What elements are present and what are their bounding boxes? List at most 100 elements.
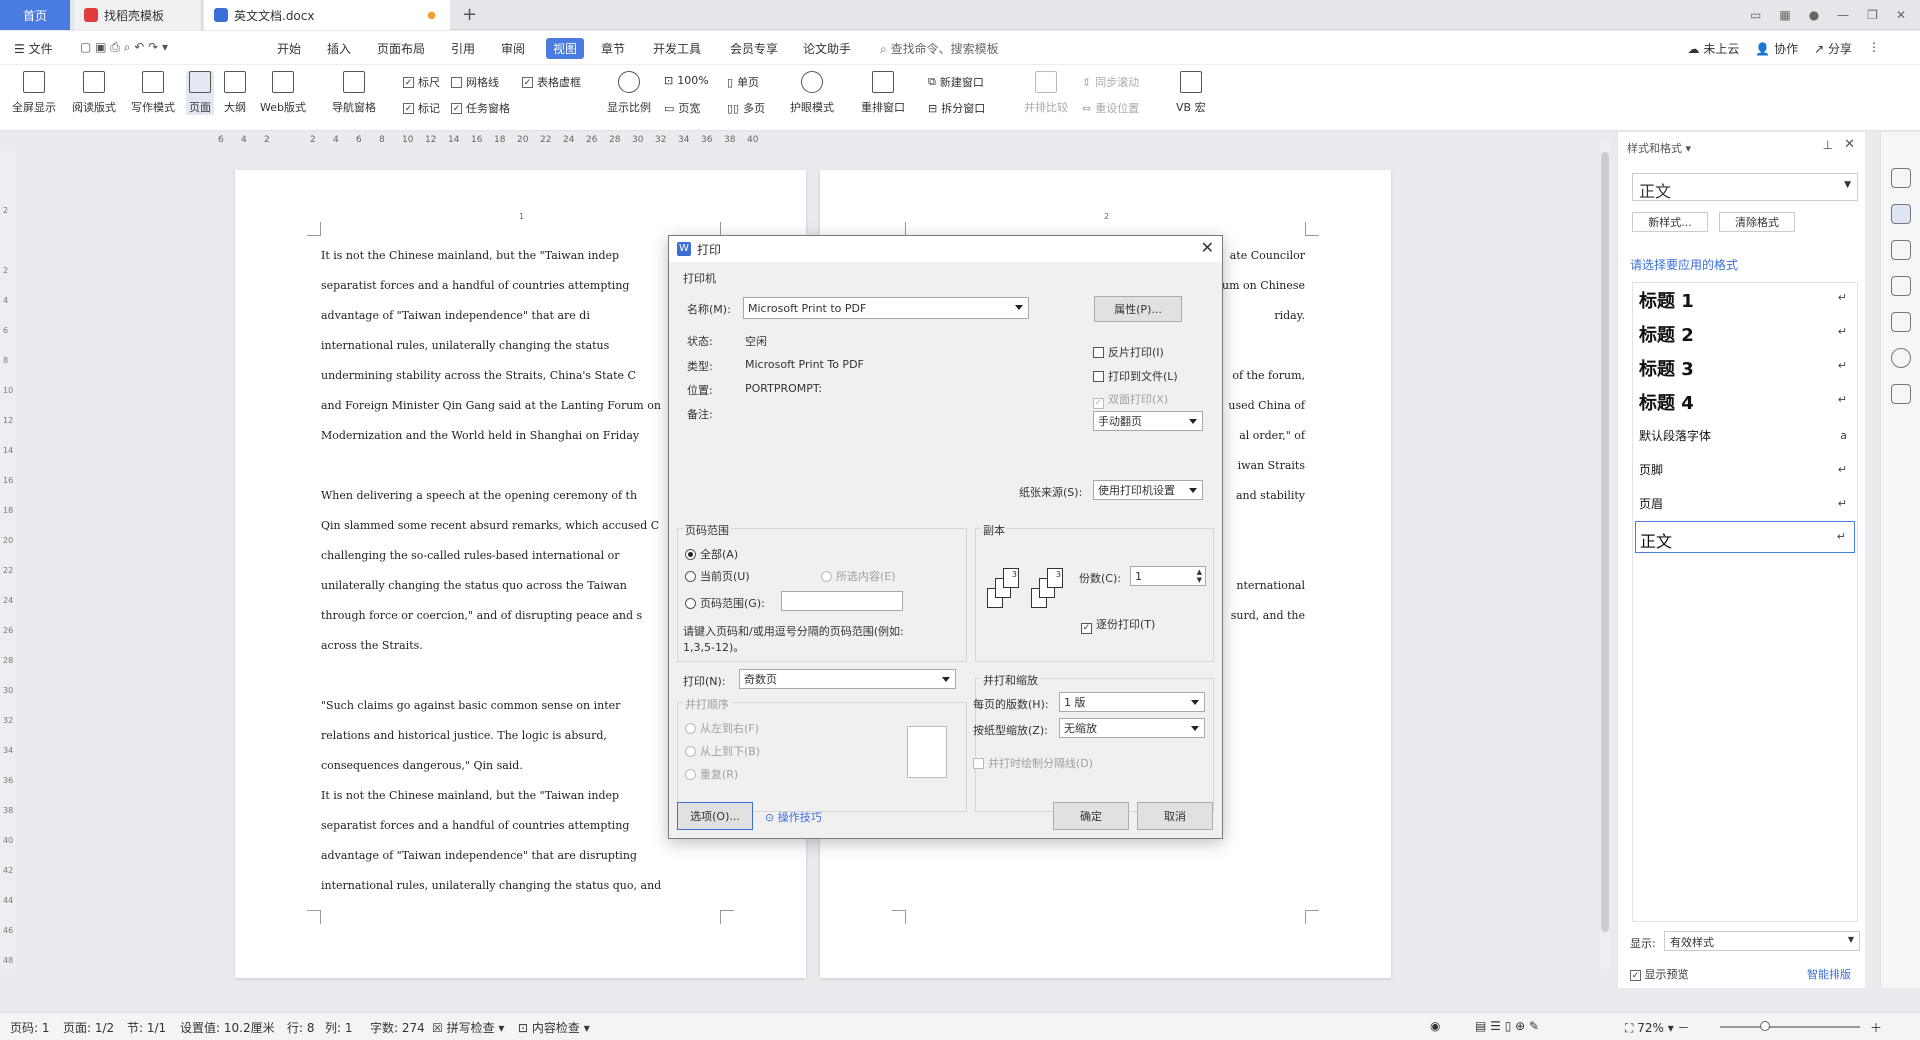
page-1-text[interactable]: It is not the Chinese mainland, but the …: [321, 248, 721, 908]
text-line[interactable]: advantage of "Taiwan independence" that …: [321, 848, 721, 878]
text-line[interactable]: unilaterally changing the status quo acr…: [321, 578, 721, 608]
zoom-100-button[interactable]: ⊡ 100%: [664, 74, 709, 87]
compare-button[interactable]: 并排比较: [1024, 71, 1068, 115]
zoom-slider[interactable]: [1720, 1021, 1860, 1031]
text-line[interactable]: "Such claims go against basic common sen…: [321, 698, 721, 728]
quick-access-icons[interactable]: ▢ ▣ ⎙ ⌕ ↶ ↷ ▾: [80, 40, 168, 55]
properties-button[interactable]: 属性(P)...: [1094, 296, 1182, 322]
text-line[interactable]: [321, 668, 721, 698]
write-mode-button[interactable]: 写作模式: [131, 71, 175, 115]
range-pages-radio[interactable]: 页码范围(G):: [685, 595, 765, 611]
gridline-checkbox[interactable]: 网格线: [451, 74, 499, 90]
text-line[interactable]: and Foreign Minister Qin Gang said at th…: [321, 398, 721, 428]
text-line[interactable]: international rules, unilaterally changi…: [321, 878, 721, 908]
text-line[interactable]: across the Straits.: [321, 638, 721, 668]
print-what-select[interactable]: 奇数页: [739, 669, 956, 689]
menu-item-insert[interactable]: 插入: [327, 40, 351, 57]
menu-item-start[interactable]: 开始: [277, 40, 301, 57]
text-line[interactable]: undermining stability across the Straits…: [321, 368, 721, 398]
text-line[interactable]: Qin slammed some recent absurd remarks, …: [321, 518, 721, 548]
ruler-checkbox[interactable]: ✓ 标尺: [403, 74, 440, 90]
collab-button[interactable]: 👤 协作: [1755, 40, 1798, 57]
avatar[interactable]: ●: [1809, 8, 1819, 22]
ok-button[interactable]: 确定: [1053, 802, 1129, 830]
dialog-close-icon[interactable]: ✕: [1201, 238, 1214, 257]
task-pane-checkbox[interactable]: ✓ 任务窗格: [451, 100, 510, 116]
panel-close-icon[interactable]: ✕: [1844, 137, 1855, 152]
spell-check-button[interactable]: ☒ 拼写检查 ▾: [432, 1019, 504, 1036]
reverse-print-checkbox[interactable]: 反片打印(I): [1093, 344, 1164, 360]
sync-scroll-button[interactable]: ⇕ 同步滚动: [1082, 74, 1139, 90]
copies-input[interactable]: 1 ▲ ▼: [1130, 566, 1206, 586]
style-item-heading4[interactable]: 标题 4: [1639, 389, 1694, 415]
minimize-icon[interactable]: —: [1837, 8, 1849, 22]
cancel-button[interactable]: 取消: [1137, 802, 1213, 830]
order-ttb-radio[interactable]: 从上到下(B): [685, 743, 760, 759]
text-line[interactable]: challenging the so-called rules-based in…: [321, 548, 721, 578]
dialog-titlebar[interactable]: W 打印: [669, 236, 1222, 262]
menu-item-reference[interactable]: 引用: [451, 40, 475, 57]
pages-per-sheet-select[interactable]: 1 版: [1059, 692, 1205, 712]
single-page-button[interactable]: ▯ 单页: [727, 74, 759, 90]
share-button[interactable]: ↗ 分享: [1814, 40, 1852, 57]
text-line[interactable]: It is not the Chinese mainland, but the …: [321, 248, 721, 278]
range-selection-radio[interactable]: 所选内容(E): [821, 568, 896, 584]
text-line[interactable]: consequences dangerous," Qin said.: [321, 758, 721, 788]
reset-position-button[interactable]: ⇔ 重设位置: [1082, 100, 1139, 116]
menu-item-devtools[interactable]: 开发工具: [653, 40, 701, 57]
outline-button[interactable]: 大纲: [224, 71, 246, 115]
horizontal-ruler[interactable]: 6 4 2 2 4 6 8 10 12 14 16 18 20 22 24 26 28 30 32 34 36 38 40: [218, 132, 1373, 150]
new-style-button[interactable]: 新样式...: [1632, 212, 1708, 232]
fullscreen-button[interactable]: 全屏显示: [12, 71, 56, 115]
vb-macro-button[interactable]: VB 宏: [1176, 71, 1206, 115]
scrollbar-thumb[interactable]: [1601, 152, 1609, 932]
new-tab-button[interactable]: +: [462, 4, 477, 25]
paper-source-select[interactable]: 使用打印机设置: [1093, 480, 1203, 500]
menu-item-thesis[interactable]: 论文助手: [803, 40, 851, 57]
mark-checkbox[interactable]: ✓ 标记: [403, 100, 440, 116]
compass-icon[interactable]: [1891, 348, 1911, 368]
collate-checkbox[interactable]: ✓ 逐份打印(T): [1081, 616, 1155, 634]
style-item-heading2[interactable]: 标题 2: [1639, 321, 1694, 347]
menu-item-view[interactable]: 视图: [546, 38, 585, 59]
document-scrollbar[interactable]: [1600, 140, 1610, 970]
nav-pane-button[interactable]: 导航窗格: [332, 71, 376, 115]
web-layout-button[interactable]: Web版式: [260, 71, 306, 115]
printer-name-select[interactable]: Microsoft Print to PDF: [743, 297, 1029, 319]
close-icon[interactable]: ✕: [1896, 8, 1906, 22]
clear-format-button[interactable]: 清除格式: [1719, 212, 1795, 232]
sliders-icon[interactable]: [1891, 276, 1911, 296]
multi-page-button[interactable]: ▯▯ 多页: [727, 100, 765, 116]
eye-mode-button[interactable]: 护眼模式: [790, 71, 834, 115]
text-line[interactable]: separatist forces and a handful of count…: [321, 818, 721, 848]
print-to-file-checkbox[interactable]: 打印到文件(L): [1093, 368, 1178, 384]
rocket-icon[interactable]: [1891, 168, 1911, 188]
cloud-button[interactable]: ☁ 未上云: [1687, 40, 1739, 57]
menu-item-chapter[interactable]: 章节: [601, 40, 625, 57]
file-menu[interactable]: ☰ 文件: [14, 40, 53, 57]
book-tools-icon[interactable]: [1891, 384, 1911, 404]
menu-item-review[interactable]: 审阅: [501, 40, 525, 57]
text-line[interactable]: separatist forces and a handful of count…: [321, 278, 721, 308]
zoom-control[interactable]: ⛶ 72% ▾ －: [1625, 1019, 1690, 1036]
page-view-button[interactable]: 页面: [186, 71, 214, 115]
restore-icon[interactable]: ❐: [1867, 8, 1878, 22]
spinner-icon[interactable]: ▲ ▼: [1197, 568, 1202, 584]
page-width-button[interactable]: ▭ 页宽: [664, 100, 700, 116]
tips-link[interactable]: ⊙ 操作技巧: [765, 809, 822, 825]
cursor-icon[interactable]: [1891, 240, 1911, 260]
table-frame-checkbox[interactable]: ✓ 表格虚框: [522, 74, 581, 90]
show-select[interactable]: 有效样式 ▼: [1664, 931, 1860, 951]
text-line[interactable]: relations and historical justice. The lo…: [321, 728, 721, 758]
range-current-radio[interactable]: 当前页(U): [685, 568, 750, 584]
style-item-header[interactable]: 页眉: [1639, 495, 1663, 512]
more-icon[interactable]: ⋮: [1868, 40, 1880, 57]
rearrange-window-button[interactable]: 重排窗口: [861, 71, 905, 115]
style-item-footer[interactable]: 页脚: [1639, 461, 1663, 478]
style-item-body-selected[interactable]: 正文 ↵: [1635, 521, 1855, 553]
order-ltr-radio[interactable]: 从左到右(F): [685, 720, 759, 736]
options-button[interactable]: 选项(O)...: [677, 802, 753, 830]
tab-document[interactable]: 英文文档.docx ●: [204, 0, 450, 30]
scale-to-paper-select[interactable]: 无缩放: [1059, 718, 1205, 738]
zoom-in-icon[interactable]: ＋: [1870, 1019, 1882, 1036]
